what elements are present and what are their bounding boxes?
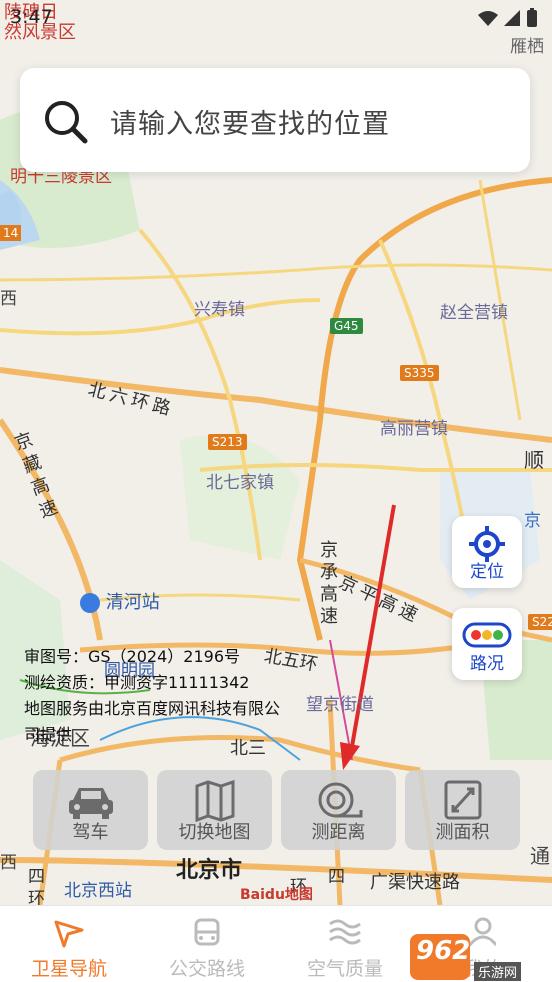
- license-line: 测绘资质：甲测资字11111342: [24, 673, 250, 692]
- air-wave-icon: [329, 919, 361, 945]
- status-bar: 3:47: [0, 0, 552, 40]
- highway-shield-s213: S213: [208, 434, 247, 450]
- drive-label: 驾车: [72, 822, 109, 843]
- map-label: 京: [524, 511, 541, 531]
- search-bar[interactable]: 请输入您要查找的位置: [20, 68, 530, 172]
- map-label: 京承高速: [317, 540, 338, 628]
- map-icon: [195, 779, 235, 822]
- map-label: 西: [0, 853, 17, 873]
- navigation-arrow-icon: [54, 920, 84, 948]
- license-line: 司提供: [24, 725, 73, 744]
- locate-button[interactable]: 定位: [452, 516, 522, 588]
- area-measure-icon: [444, 780, 482, 820]
- drive-button[interactable]: 驾车: [33, 770, 148, 850]
- license-line: 审图号：GS（2024）2196号: [24, 647, 240, 666]
- tab-label: 卫星导航: [30, 958, 107, 980]
- map-license-text: 审图号：GS（2024）2196号 测绘资质：甲测资字11111342 地图服务…: [24, 644, 280, 748]
- search-icon: [45, 101, 88, 144]
- map-label: 四: [328, 867, 345, 887]
- tab-label: 空气质量: [306, 958, 383, 980]
- map-label: 高丽营镇: [380, 419, 448, 439]
- measure-distance-button[interactable]: 测距离: [281, 770, 396, 850]
- map-label: 西: [0, 289, 17, 309]
- car-icon: [69, 788, 113, 819]
- measure-area-label: 测面积: [435, 822, 490, 843]
- license-line: 地图服务由北京百度网讯科技有限公: [24, 699, 281, 718]
- switch-map-label: 切换地图: [178, 822, 251, 843]
- watermark-subtext: 乐游网: [474, 962, 522, 981]
- search-placeholder[interactable]: 请输入您要查找的位置: [110, 102, 390, 141]
- tab-air-quality[interactable]: 空气质量: [276, 906, 414, 982]
- map-tools: 驾车 切换地图 测距离 测面积: [33, 770, 520, 850]
- map-label: 广渠快速路: [370, 872, 460, 893]
- map-label-qinghe-station: 清河站: [80, 588, 160, 614]
- battery-icon: [527, 8, 537, 27]
- wifi-icon: [478, 11, 498, 26]
- switch-map-button[interactable]: 切换地图: [157, 770, 272, 850]
- signal-icon: [504, 10, 520, 26]
- measure-area-button[interactable]: 测面积: [405, 770, 520, 850]
- traffic-label: 路况: [470, 654, 504, 674]
- highway-shield-g45: G45: [330, 318, 363, 334]
- status-time: 3:47: [10, 6, 53, 28]
- map-label: 兴寿镇: [194, 300, 245, 320]
- highway-shield-14: 14: [0, 225, 22, 241]
- map-label: 通: [530, 844, 550, 868]
- map-label: 北七家镇: [206, 473, 274, 493]
- map-label: 望京街道: [306, 695, 374, 715]
- tab-bus-route[interactable]: 公交路线: [138, 906, 276, 982]
- site-watermark: 962.NET 乐游网: [410, 934, 546, 981]
- locate-label: 定位: [470, 562, 504, 582]
- map-label: 北京市: [176, 858, 243, 883]
- traffic-button[interactable]: 路况: [452, 608, 522, 680]
- baidu-logo: Baidu地图: [240, 887, 313, 903]
- status-icons: [478, 8, 538, 28]
- tab-satellite-navigation[interactable]: 卫星导航: [0, 906, 138, 982]
- station-icon: [80, 593, 100, 613]
- tab-label: 公交路线: [168, 958, 245, 980]
- bottom-tab-bar: 卫星导航 公交路线 空气质量 我的 962.NET 乐游网: [0, 905, 552, 982]
- measure-distance-label: 测距离: [311, 822, 366, 843]
- map-label: 环: [28, 889, 45, 905]
- bus-icon: [194, 918, 220, 946]
- tape-measure-icon: [318, 782, 363, 818]
- highway-shield-s22: S22: [528, 614, 552, 630]
- map-label: 顺: [524, 448, 544, 472]
- traffic-light-icon: [462, 622, 512, 648]
- map-label: 赵全营镇: [440, 303, 508, 323]
- map-label: 北京西站: [64, 881, 132, 901]
- highway-shield-s335: S335: [400, 365, 439, 381]
